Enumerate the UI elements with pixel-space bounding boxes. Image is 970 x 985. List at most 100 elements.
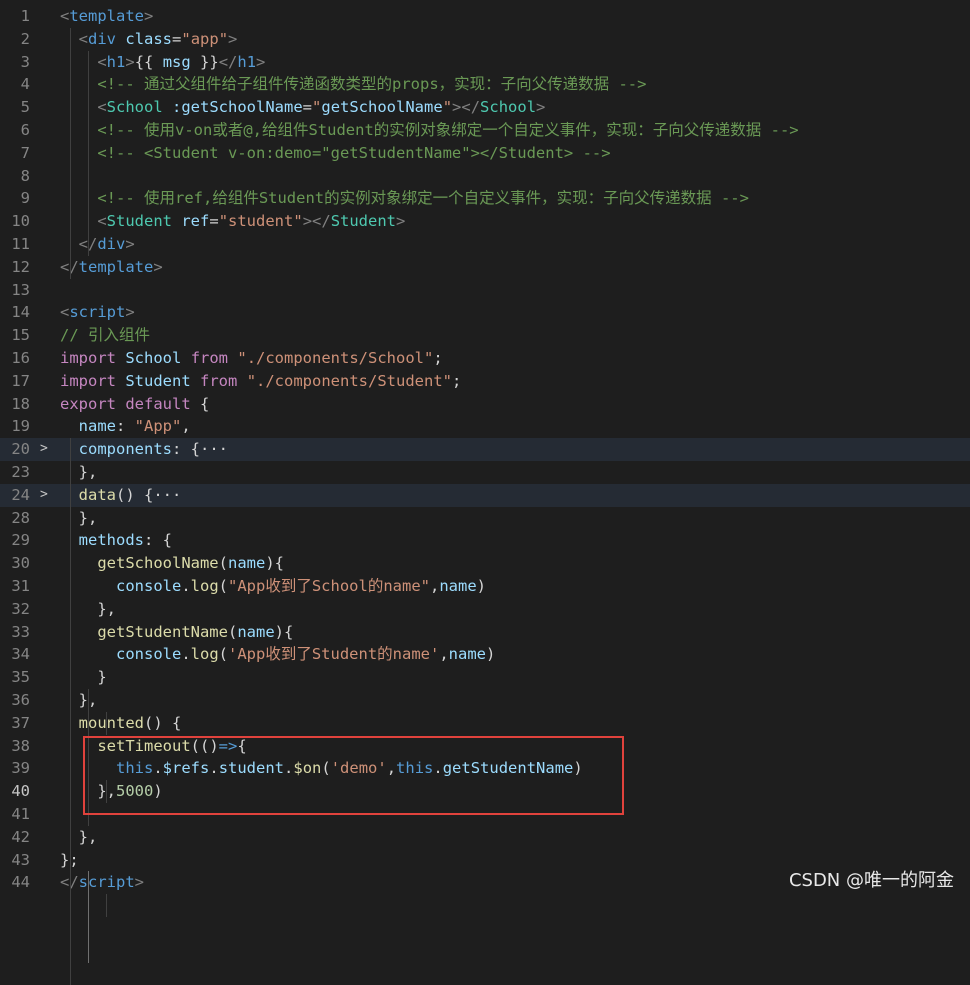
code-line[interactable]: 31 console.log("App收到了School的name",name) (0, 575, 970, 598)
indent-guide (70, 27, 71, 279)
code-text: <!-- 使用v-on或者@,给组件Student的实例对象绑定一个自定义事件，… (97, 121, 799, 139)
code-line[interactable]: 1 <template> (0, 5, 970, 28)
code-text: <h1>{{ msg }}</h1> (97, 52, 266, 71)
line-number: 12 (11, 257, 30, 276)
watermark: CSDN @唯一的阿金 (788, 870, 954, 891)
line-number: 42 (11, 827, 30, 846)
code-line[interactable]: 3 <h1>{{ msg }}</h1> (0, 51, 970, 74)
code-line[interactable]: 24 > data() {··· (0, 483, 970, 507)
fold-chevron-icon[interactable]: > (40, 438, 52, 461)
line-number: 43 (11, 850, 30, 869)
code-line[interactable]: 17 import Student from "./components/Stud… (0, 370, 970, 393)
code-text: <School :getSchoolName="getSchoolName"><… (97, 98, 546, 117)
line-number: 31 (11, 577, 30, 595)
code-line[interactable]: 19 name: "App", (0, 415, 970, 438)
code-text: }, (60, 827, 98, 846)
code-text: // 引入组件 (60, 326, 150, 345)
code-text: <!-- <Student v-on:demo="getStudentName"… (97, 143, 611, 162)
code-line[interactable]: 33 getStudentName(name){ (0, 621, 970, 644)
line-number: 28 (11, 508, 30, 527)
code-editor[interactable]: 1 <template> 2 <div class="app"> 3 <h1>{{ m… (0, 0, 970, 985)
code-text: console.log('App收到了Student的name',name) (116, 645, 496, 664)
code-text: components: {··· (78, 440, 228, 459)
code-text: <div class="app"> (78, 29, 238, 48)
line-number: 30 (11, 554, 30, 573)
line-number: 18 (11, 394, 30, 413)
line-number: 15 (11, 326, 30, 345)
line-number: 24 (11, 485, 30, 504)
line-number: 7 (20, 143, 30, 162)
line-number: 16 (11, 349, 30, 367)
code-line[interactable]: 12 </template> (0, 256, 970, 279)
code-text: <script> (60, 303, 135, 322)
code-text: </div> (78, 235, 135, 253)
indent-guide (70, 438, 71, 985)
line-number: 19 (11, 417, 30, 436)
code-text: data() {··· (78, 485, 182, 504)
code-line[interactable]: 37 mounted() { (0, 712, 970, 735)
code-line[interactable]: 30 getSchoolName(name){ (0, 552, 970, 575)
line-number: 10 (11, 212, 30, 231)
code-text: name: "App", (78, 417, 191, 436)
line-number: 23 (11, 463, 30, 481)
code-text: }, (60, 691, 98, 709)
line-number: 39 (11, 759, 30, 778)
code-text: }, (60, 463, 98, 481)
code-line[interactable]: 29 methods: { (0, 529, 970, 552)
line-number: 20 (11, 440, 30, 459)
code-line[interactable]: 35 } (0, 666, 970, 689)
line-number: 17 (11, 371, 30, 390)
line-number: 9 (20, 189, 30, 208)
code-line[interactable]: 11 </div> (0, 233, 970, 256)
code-text: <Student ref="student"></Student> (97, 212, 406, 231)
line-number: 36 (11, 691, 30, 709)
code-text: import School from "./components/School"… (60, 349, 443, 367)
indent-guide (88, 50, 89, 256)
code-line[interactable]: 2 <div class="app"> (0, 28, 970, 51)
code-text: getSchoolName(name){ (97, 554, 284, 573)
indent-guide (106, 894, 107, 917)
code-line[interactable]: 4 <!-- 通过父组件给子组件传递函数类型的props，实现：子向父传递数据 … (0, 73, 970, 96)
code-line[interactable]: 6 <!-- 使用v-on或者@,给组件Student的实例对象绑定一个自定义事… (0, 119, 970, 142)
line-number: 38 (11, 736, 30, 755)
line-number: 4 (20, 75, 30, 94)
code-line[interactable]: 13 (0, 279, 970, 302)
line-number: 3 (20, 52, 30, 71)
code-line[interactable]: 8 (0, 165, 970, 188)
code-line[interactable]: 14 <script> (0, 301, 970, 324)
code-line[interactable]: 23 }, (0, 461, 970, 484)
code-text: </script> (60, 873, 145, 892)
indent-guide (88, 871, 89, 963)
code-text: console.log("App收到了School的name",name) (116, 577, 487, 595)
code-line[interactable]: 36 }, (0, 689, 970, 712)
code-line[interactable]: 5 <School :getSchoolName="getSchoolName"… (0, 96, 970, 119)
code-line[interactable]: 28 }, (0, 507, 970, 530)
line-number: 6 (20, 121, 30, 139)
code-line[interactable]: 18 export default { (0, 393, 970, 416)
code-line[interactable]: 9 <!-- 使用ref,给组件Student的实例对象绑定一个自定义事件，实现… (0, 187, 970, 210)
code-text: </template> (60, 257, 163, 276)
line-number: 1 (20, 7, 30, 25)
code-line[interactable]: 10 <Student ref="student"></Student> (0, 210, 970, 233)
line-number: 44 (11, 873, 30, 892)
line-number: 37 (11, 713, 30, 732)
line-number: 32 (11, 599, 30, 618)
line-number: 29 (11, 531, 30, 550)
line-number: 5 (20, 98, 30, 117)
line-number: 2 (20, 29, 30, 48)
fold-chevron-icon[interactable]: > (40, 484, 52, 507)
code-line[interactable]: 15 // 引入组件 (0, 324, 970, 347)
code-text: }, (60, 599, 116, 618)
code-text: export default { (60, 394, 210, 413)
code-line[interactable]: 42 }, (0, 826, 970, 849)
code-text: methods: { (78, 531, 172, 550)
code-line[interactable]: 7 <!-- <Student v-on:demo="getStudentNam… (0, 142, 970, 165)
code-line[interactable]: 34 console.log('App收到了Student的name',name… (0, 643, 970, 666)
line-number: 11 (11, 235, 30, 253)
code-line[interactable]: 16 import School from "./components/Schoo… (0, 347, 970, 370)
code-line[interactable]: 20 > components: {··· (0, 438, 970, 461)
code-text: <!-- 使用ref,给组件Student的实例对象绑定一个自定义事件，实现：子… (97, 189, 749, 208)
line-number: 34 (11, 645, 30, 664)
code-line[interactable]: 32 }, (0, 598, 970, 621)
line-number: 33 (11, 622, 30, 641)
